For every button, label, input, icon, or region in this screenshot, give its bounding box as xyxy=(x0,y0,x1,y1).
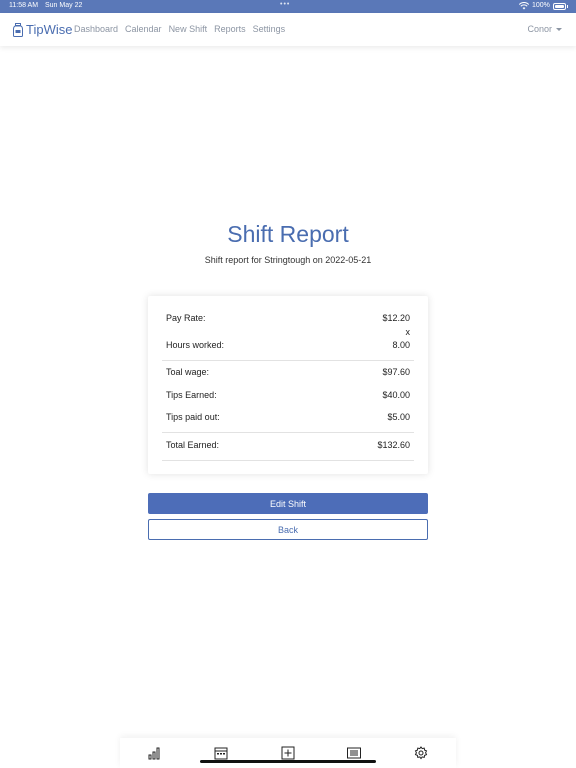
tab-calendar[interactable] xyxy=(214,746,228,760)
user-name: Conor xyxy=(527,24,552,34)
page-title: Shift Report xyxy=(227,221,349,247)
bottom-tab-bar xyxy=(120,738,456,768)
status-bar: 11:58 AM Sun May 22 ••• 100% xyxy=(0,0,576,13)
user-menu[interactable]: Conor xyxy=(527,24,562,34)
bar-chart-icon xyxy=(148,747,160,760)
status-date: Sun May 22 xyxy=(45,2,83,9)
battery-percent: 100% xyxy=(532,2,550,9)
edit-shift-button[interactable]: Edit Shift xyxy=(148,493,428,514)
nav-calendar[interactable]: Calendar xyxy=(125,24,162,34)
tab-new-shift[interactable] xyxy=(281,746,295,760)
tab-settings[interactable] xyxy=(414,746,428,760)
hours-value: 8.00 xyxy=(392,340,410,350)
total-wage-label: Toal wage: xyxy=(166,367,210,377)
list-icon xyxy=(347,747,361,759)
nav-reports[interactable]: Reports xyxy=(214,24,246,34)
top-navbar: TipWise Dashboard Calendar New Shift Rep… xyxy=(0,13,576,46)
pay-rate-label: Pay Rate: xyxy=(166,313,206,323)
divider xyxy=(162,432,414,433)
divider xyxy=(162,460,414,461)
shift-report-card: Pay Rate: $12.20 x Hours worked: 8.00 To… xyxy=(148,296,428,474)
tips-earned-label: Tips Earned: xyxy=(166,390,217,400)
tips-paid-value: $5.00 xyxy=(387,412,410,422)
tips-paid-label: Tips paid out: xyxy=(166,412,220,422)
nav-settings[interactable]: Settings xyxy=(253,24,286,34)
calendar-icon xyxy=(214,747,228,760)
tab-list[interactable] xyxy=(347,746,361,760)
total-earned-value: $132.60 xyxy=(377,440,410,450)
wifi-icon xyxy=(519,2,529,10)
divider xyxy=(162,360,414,361)
nav-links: Dashboard Calendar New Shift Reports Set… xyxy=(74,24,292,34)
home-indicator xyxy=(200,760,376,763)
tab-reports[interactable] xyxy=(148,746,162,760)
total-earned-label: Total Earned: xyxy=(166,440,220,450)
multitasking-dots-icon: ••• xyxy=(280,1,291,8)
pay-rate-value: $12.20 xyxy=(382,313,410,323)
tips-earned-value: $40.00 xyxy=(382,390,410,400)
status-time: 11:58 AM xyxy=(9,2,39,9)
brand-name: TipWise xyxy=(26,22,73,37)
plus-square-icon xyxy=(281,746,295,760)
nav-new-shift[interactable]: New Shift xyxy=(169,24,208,34)
hours-label: Hours worked: xyxy=(166,340,225,350)
gear-icon xyxy=(414,746,428,760)
battery-icon xyxy=(553,3,568,10)
back-button[interactable]: Back xyxy=(148,519,428,540)
tip-jar-icon xyxy=(13,22,23,37)
page-subtitle: Shift report for Stringtough on 2022-05-… xyxy=(204,255,372,265)
caret-down-icon xyxy=(556,27,562,31)
brand[interactable]: TipWise xyxy=(13,22,72,37)
nav-dashboard[interactable]: Dashboard xyxy=(74,24,118,34)
total-wage-value: $97.60 xyxy=(382,367,410,377)
multiply-sign: x xyxy=(405,327,411,337)
